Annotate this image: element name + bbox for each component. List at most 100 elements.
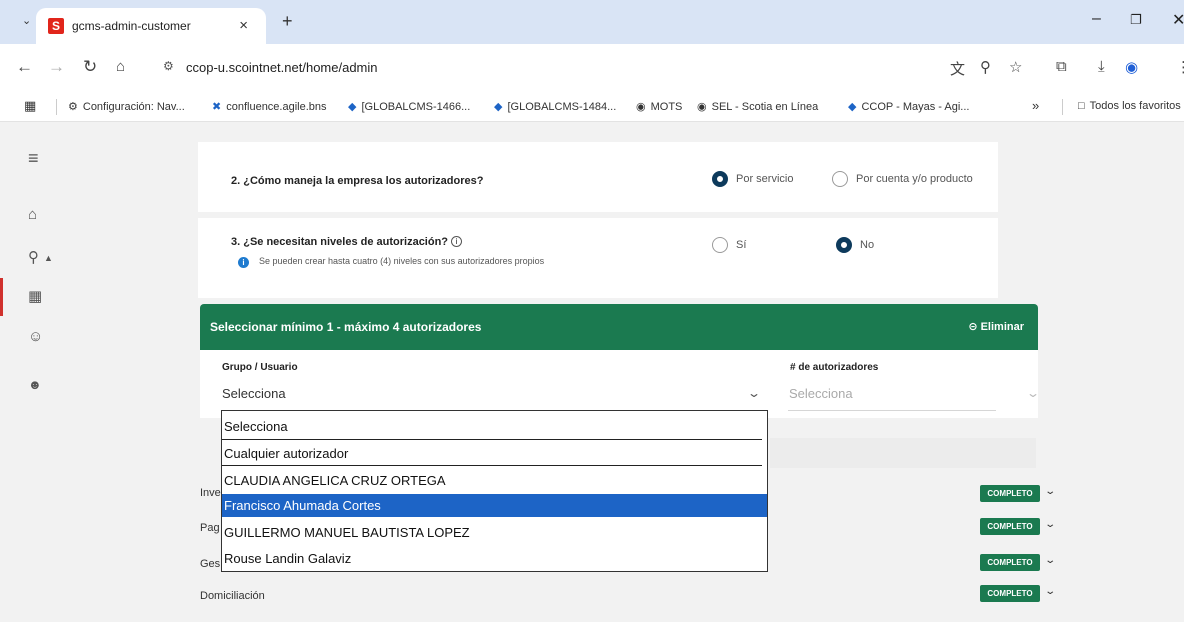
folder-icon: □ — [1078, 100, 1085, 112]
more-bookmarks-icon[interactable]: » — [1032, 98, 1039, 113]
info-icon[interactable]: i — [451, 236, 463, 247]
page-content: ≡ ⌂ ⚲ ▲ ▦ ☺ ☻ 2. ¿Cómo maneja la empresa … — [0, 122, 1184, 622]
jira-icon: ◆ — [348, 101, 357, 113]
jira-icon: ◆ — [494, 101, 503, 113]
chevron-down-icon[interactable]: ⌄ — [1044, 586, 1056, 597]
sidebar-calculator-icon[interactable]: ▦ — [0, 278, 75, 316]
tab-title: gcms-admin-customer — [72, 19, 191, 33]
group-user-label: Grupo / Usuario — [222, 362, 298, 373]
status-badge: COMPLETO — [980, 554, 1040, 571]
service-row-label: Pag — [200, 522, 220, 534]
radio-label: Sí — [736, 238, 747, 251]
url-field[interactable]: ccop-u.scointnet.net/home/admin — [186, 60, 378, 75]
bookmark-jira-1466[interactable]: ◆ [GLOBALCMS-1466... — [348, 100, 470, 113]
site-settings-icon[interactable]: ⚙ — [163, 59, 174, 73]
bookmark-confluence[interactable]: ✖ confluence.agile.bns — [212, 100, 327, 113]
question-3-label: 3. ¿Se necesitan niveles de autorización… — [231, 236, 449, 248]
profile-icon[interactable]: ◉ — [1125, 58, 1138, 76]
service-row-label: Ges — [200, 558, 221, 570]
home-icon[interactable]: ⌂ — [116, 58, 125, 75]
sidebar-home-icon[interactable]: ⌂ — [0, 196, 75, 234]
radio-label: Por cuenta y/o producto — [856, 172, 973, 185]
delete-button[interactable]: ⊝ Eliminar — [968, 320, 1024, 333]
hint-text: Se pueden crear hasta cuatro (4) niveles… — [259, 256, 545, 266]
reload-icon[interactable]: ↻ — [83, 57, 97, 77]
confluence-icon: ✖ — [212, 101, 222, 113]
authorizers-title: Seleccionar mínimo 1 - máximo 4 autoriza… — [210, 320, 482, 334]
bookmark-label: CCOP - Mayas - Agi... — [861, 101, 970, 113]
close-window-icon[interactable]: ✕ — [1172, 10, 1184, 30]
minimize-icon[interactable]: – — [1092, 10, 1101, 28]
menu-icon[interactable]: ⋮ — [1176, 58, 1184, 76]
dropdown-option[interactable]: Cualquier autorizador — [222, 442, 767, 465]
bookmark-sel[interactable]: ◉ SEL - Scotia en Línea — [697, 100, 818, 113]
bookmark-label: MOTS — [650, 101, 683, 113]
bookmark-mots[interactable]: ◉ MOTS — [636, 100, 682, 113]
bookmark-label: Configuración: Nav... — [82, 101, 185, 113]
address-bar: ← → ↻ ⌂ ⚙ ccop-u.scointnet.net/home/admi… — [0, 44, 1184, 92]
radio-selected-icon — [836, 237, 852, 253]
browser-tab[interactable]: S gcms-admin-customer × — [36, 8, 266, 44]
chevron-down-icon[interactable]: ⌄ — [1044, 519, 1056, 530]
authorizers-count-select[interactable]: Selecciona — [789, 386, 853, 401]
group-user-select[interactable]: Selecciona — [222, 386, 286, 401]
option-divider — [222, 465, 762, 466]
dropdown-option[interactable]: Selecciona — [222, 415, 767, 438]
dropdown-option[interactable]: Rouse Landin Galaviz — [222, 547, 767, 570]
bookmark-config[interactable]: ⚙ Configuración: Nav... — [68, 100, 185, 113]
select-underline — [788, 410, 996, 411]
globe-icon: ◉ — [697, 101, 707, 113]
radio-no[interactable]: No — [836, 237, 874, 253]
bookmark-label: [GLOBALCMS-1484... — [507, 101, 617, 113]
sidebar-users-icon[interactable]: ☻ — [0, 366, 75, 404]
restore-icon[interactable]: ❐ — [1130, 12, 1142, 28]
question-3-card: 3. ¿Se necesitan niveles de autorización… — [198, 218, 998, 298]
back-icon[interactable]: ← — [16, 57, 33, 77]
sidebar-user-icon[interactable]: ☺ — [0, 318, 75, 356]
gray-strip — [770, 438, 1036, 468]
new-tab-icon[interactable]: + — [282, 11, 293, 32]
radio-por-cuenta[interactable]: Por cuenta y/o producto — [832, 171, 973, 187]
bookmark-jira-1484[interactable]: ◆ [GLOBALCMS-1484... — [494, 100, 616, 113]
translate-icon[interactable]: 文 — [950, 58, 965, 79]
bookmark-label: Todos los favoritos — [1089, 100, 1181, 112]
status-badge: COMPLETO — [980, 485, 1040, 502]
dropdown-option[interactable]: CLAUDIA ANGELICA CRUZ ORTEGA — [222, 469, 767, 492]
authorizers-body — [200, 350, 1038, 418]
sidebar-tools[interactable]: ⚲ ▲ — [0, 239, 75, 277]
dropdown-option-highlighted[interactable]: Francisco Ahumada Cortes — [222, 494, 767, 517]
globe-icon: ◉ — [636, 101, 646, 113]
tab-search-chevron-icon[interactable]: ⌄ — [22, 14, 31, 27]
bookmark-ccop[interactable]: ◆ CCOP - Mayas - Agi... — [848, 100, 969, 113]
bookmark-divider — [56, 99, 57, 115]
radio-por-servicio[interactable]: Por servicio — [712, 171, 793, 187]
zoom-icon[interactable]: ⚲ — [980, 58, 991, 76]
question-3-hint: i Se pueden crear hasta cuatro (4) nivele… — [238, 256, 544, 268]
radio-si[interactable]: Sí — [712, 237, 746, 253]
bookmark-label: SEL - Scotia en Línea — [711, 101, 819, 113]
dropdown-option[interactable]: GUILLERMO MANUEL BAUTISTA LOPEZ — [222, 521, 767, 544]
download-icon[interactable]: ⤓ — [1098, 58, 1105, 75]
chevron-down-icon[interactable]: ⌄ — [1044, 555, 1056, 566]
bookmark-star-icon[interactable]: ☆ — [1009, 58, 1022, 76]
bookmark-label: [GLOBALCMS-1466... — [361, 101, 471, 113]
apps-grid-icon[interactable]: ▦ — [24, 98, 36, 114]
chevron-down-icon[interactable]: ⌄ — [1026, 386, 1040, 400]
chevron-down-icon[interactable]: ⌄ — [747, 386, 761, 400]
tab-close-icon[interactable]: × — [239, 17, 248, 34]
question-3-text: 3. ¿Se necesitan niveles de autorización… — [231, 236, 463, 248]
extensions-icon[interactable]: ⧉ — [1056, 58, 1067, 75]
forward-icon[interactable]: → — [48, 57, 65, 77]
radio-unselected-icon — [832, 171, 848, 187]
scotiabank-favicon-icon: S — [48, 18, 64, 34]
browser-tab-bar: ⌄ S gcms-admin-customer × + – ❐ ✕ — [0, 0, 1184, 44]
all-bookmarks-folder[interactable]: □ Todos los favoritos — [1078, 100, 1181, 112]
service-row-label: Domiciliación — [200, 590, 265, 602]
hamburger-menu-icon[interactable]: ≡ — [0, 139, 75, 177]
bookmarks-bar: ▦ ⚙ Configuración: Nav... ✖ confluence.agi… — [0, 92, 1184, 122]
wrench-icon: ⚲ — [28, 249, 39, 266]
bookmark-label: confluence.agile.bns — [226, 101, 327, 113]
chevron-down-icon[interactable]: ⌄ — [1044, 486, 1056, 497]
status-badge: COMPLETO — [980, 585, 1040, 602]
sidebar: ≡ ⌂ ⚲ ▲ ▦ ☺ ☻ — [0, 122, 75, 622]
